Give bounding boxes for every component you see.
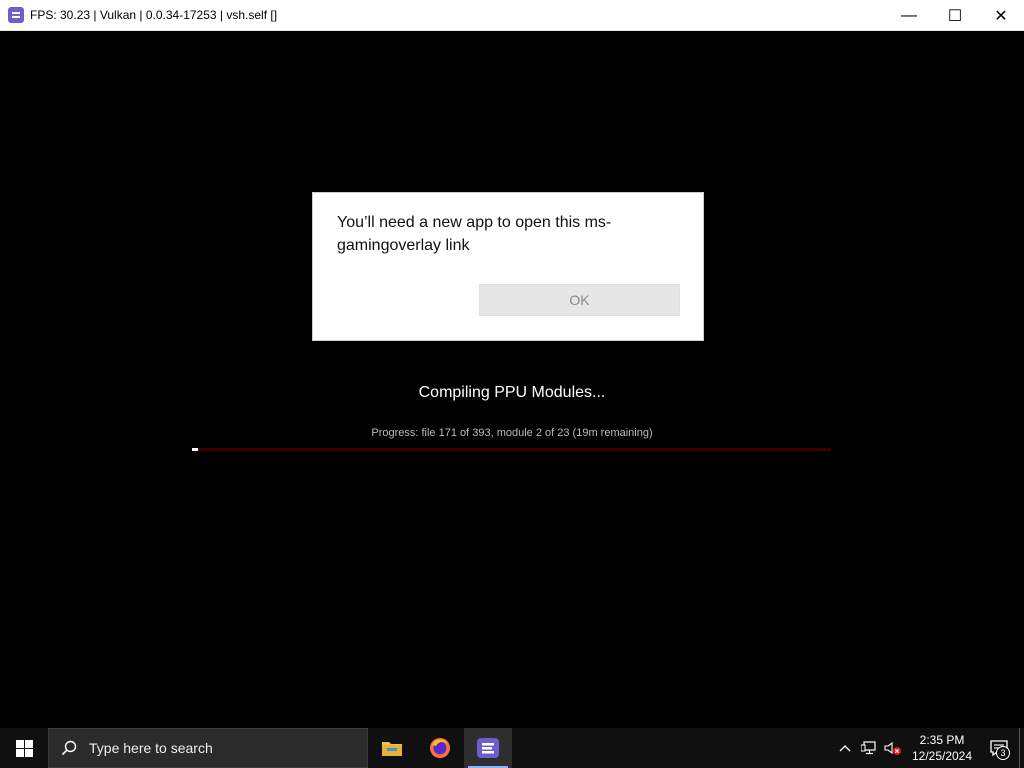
minimize-button[interactable]: —	[886, 0, 932, 31]
clock-time: 2:35 PM	[919, 733, 965, 747]
system-tray: 2:35 PM 12/25/2024 3	[833, 728, 1024, 768]
ok-button[interactable]: OK	[479, 284, 680, 316]
taskbar: Type here to search 2:35 PM 12/25/2024 3	[0, 728, 1024, 768]
window-titlebar: FPS: 30.23 | Vulkan | 0.0.34-17253 | vsh…	[0, 0, 1024, 31]
network-icon[interactable]	[857, 728, 881, 768]
start-button[interactable]	[0, 728, 48, 768]
volume-muted-icon[interactable]	[881, 728, 905, 768]
rpcs3-icon	[8, 7, 24, 23]
clock-date: 12/25/2024	[911, 749, 973, 763]
windows-logo-icon	[15, 739, 33, 757]
maximize-button[interactable]: ☐	[932, 0, 978, 31]
firefox-icon	[430, 738, 450, 758]
dialog-message: You’ll need a new app to open this ms-ga…	[337, 214, 612, 254]
rpcs3-icon	[477, 738, 499, 758]
taskbar-rpcs3[interactable]	[464, 728, 512, 768]
progress-fill	[192, 448, 198, 451]
compile-title: Compiling PPU Modules...	[418, 384, 606, 401]
game-viewport[interactable]	[0, 31, 1024, 728]
window-title: FPS: 30.23 | Vulkan | 0.0.34-17253 | vsh…	[30, 8, 278, 22]
window-controls: — ☐ ✕	[886, 0, 1024, 31]
action-center-button[interactable]: 3	[979, 728, 1019, 768]
taskbar-firefox[interactable]	[416, 728, 464, 768]
show-desktop-button[interactable]	[1019, 728, 1024, 768]
taskbar-search[interactable]: Type here to search	[48, 728, 368, 768]
notification-badge: 3	[996, 746, 1010, 760]
file-explorer-icon	[382, 742, 402, 756]
taskbar-clock[interactable]: 2:35 PM 12/25/2024	[905, 732, 979, 764]
chevron-up-icon[interactable]	[833, 728, 857, 768]
open-app-dialog: You’ll need a new app to open this ms-ga…	[312, 192, 704, 341]
progress-text: Progress: file 171 of 393, module 2 of 2…	[371, 427, 653, 439]
search-placeholder: Type here to search	[89, 740, 213, 756]
close-button[interactable]: ✕	[978, 0, 1024, 31]
search-icon	[61, 740, 77, 756]
taskbar-file-explorer[interactable]	[368, 728, 416, 768]
progress-bar	[192, 448, 831, 451]
